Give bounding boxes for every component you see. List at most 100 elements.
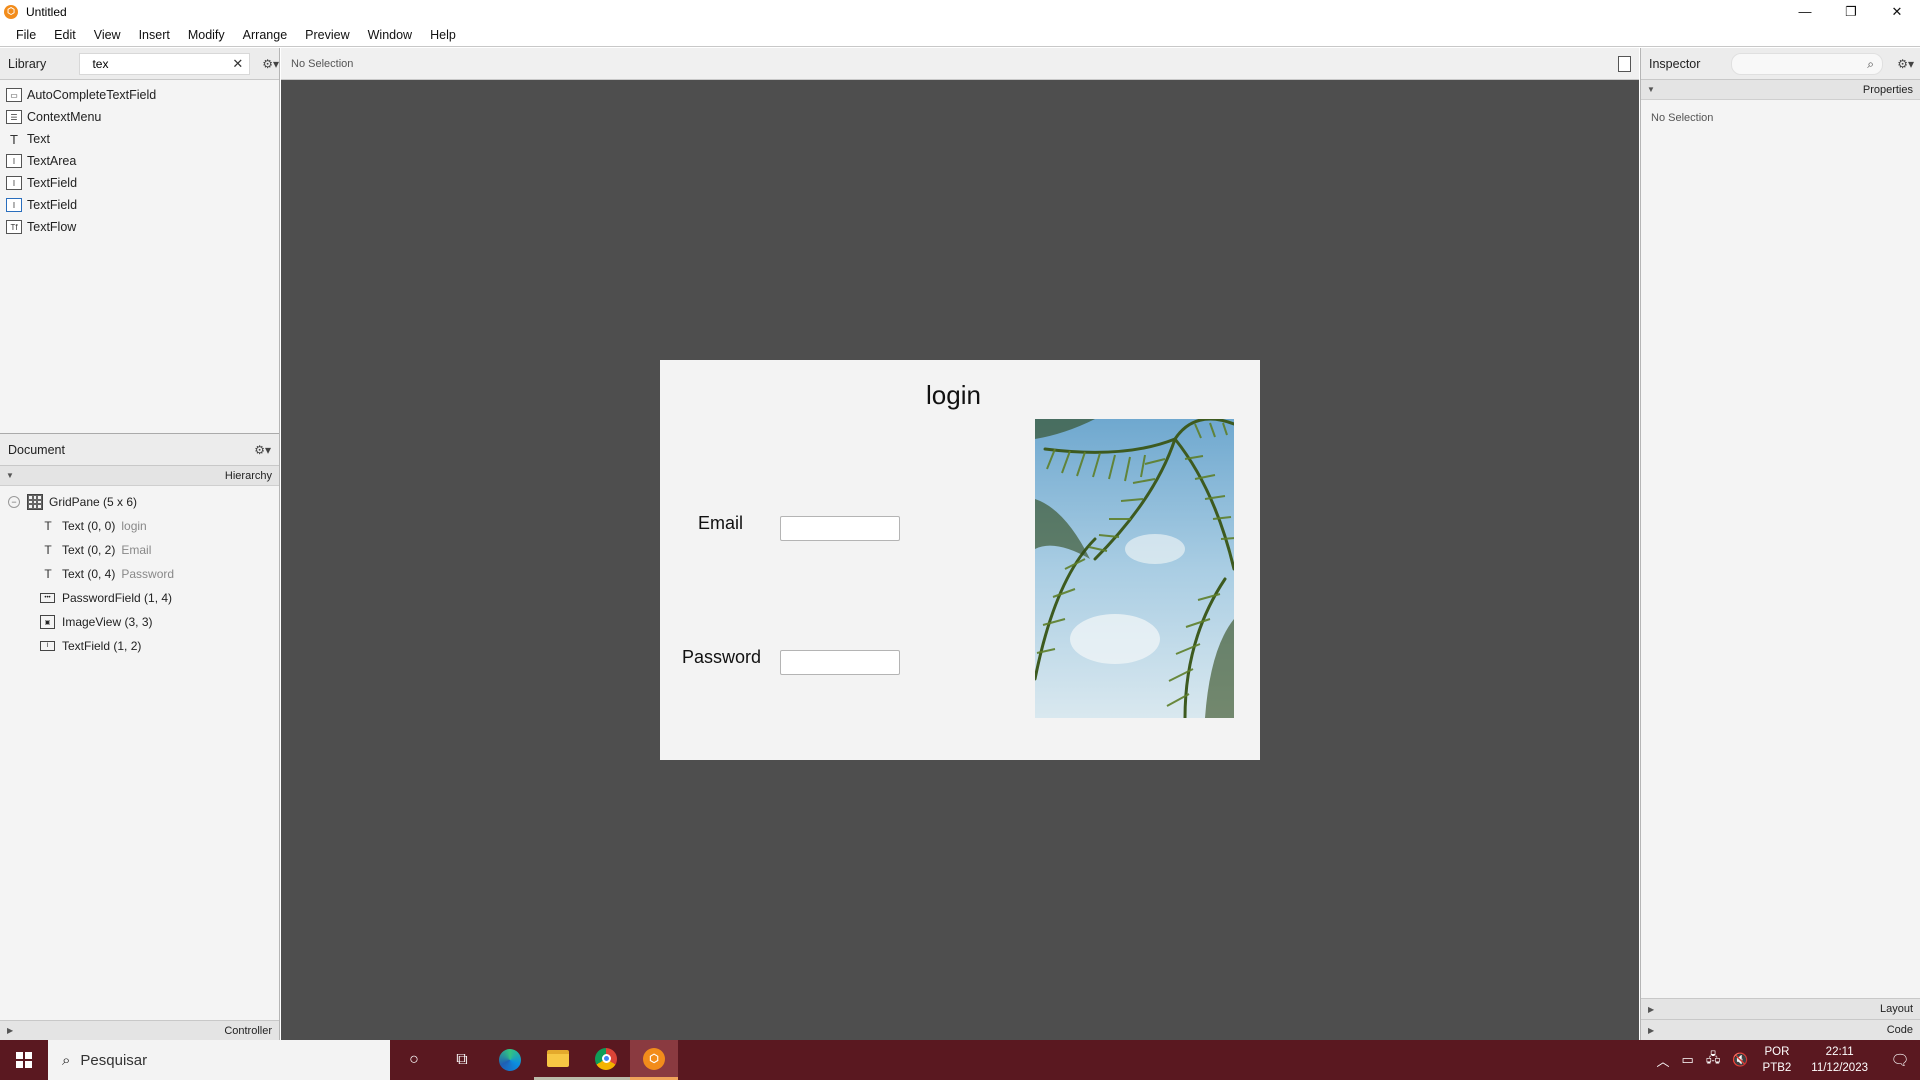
library-item[interactable]: I TextArea	[0, 150, 279, 172]
maximize-button[interactable]: ❐	[1828, 0, 1874, 23]
document-gear-icon[interactable]: ⚙▾	[254, 443, 271, 457]
clear-search-icon[interactable]: ✕	[232, 56, 243, 72]
tree-label: Text (0, 4)	[62, 567, 116, 581]
text-icon: T	[44, 567, 52, 581]
text-icon: T	[44, 519, 52, 533]
taskbar-search-placeholder: Pesquisar	[80, 1051, 148, 1069]
title-bar: ⬡ Untitled — ❐ ✕	[0, 0, 1920, 23]
tree-row[interactable]: T Text (0, 0) login	[0, 514, 279, 538]
menu-insert[interactable]: Insert	[130, 28, 179, 42]
library-item[interactable]: Tf TextFlow	[0, 216, 279, 238]
textarea-icon: I	[6, 154, 22, 168]
close-button[interactable]: ✕	[1874, 0, 1920, 23]
tree-row[interactable]: T Text (0, 2) Email	[0, 538, 279, 562]
expand-arrow-icon: ▶	[1648, 1004, 1655, 1014]
textfield-blue-icon: I	[6, 198, 22, 212]
expand-arrow-icon: ▶	[7, 1026, 14, 1035]
library-item[interactable]: I TextField	[0, 194, 279, 216]
text-icon: T	[44, 543, 52, 557]
chrome-icon[interactable]	[582, 1040, 630, 1080]
menu-help[interactable]: Help	[421, 28, 465, 42]
cortana-icon[interactable]: ○	[390, 1040, 438, 1080]
volume-muted-icon[interactable]: 🔇	[1732, 1052, 1748, 1068]
layout-bar[interactable]: ▶ Layout	[1641, 998, 1920, 1019]
menu-edit[interactable]: Edit	[45, 28, 85, 42]
task-view-icon[interactable]: ⧉	[438, 1040, 486, 1080]
password-label: Password	[682, 647, 762, 667]
menu-file[interactable]: File	[0, 28, 45, 42]
tree-sublabel: Password	[121, 567, 175, 581]
system-tray: ︿ ▭ 🖧 🔇 POR PTB2 22:11 11/12/2023 🗨	[1651, 1040, 1920, 1080]
library-search[interactable]: ✕	[79, 52, 251, 75]
password-field[interactable]	[780, 650, 900, 675]
scene-builder-logo-icon: ⬡	[4, 4, 18, 19]
library-item[interactable]: I TextField	[0, 172, 279, 194]
inspector-search[interactable]: ⌕	[1731, 53, 1883, 75]
hierarchy-label: Hierarchy	[224, 469, 272, 482]
menu-view[interactable]: View	[85, 28, 130, 42]
clock[interactable]: 22:11 11/12/2023	[1811, 1044, 1868, 1076]
login-form-preview[interactable]: login Email Password	[660, 360, 1260, 760]
menu-bar: File Edit View Insert Modify Arrange Pre…	[0, 23, 1920, 47]
library-item[interactable]: ▭ AutoCompleteTextField	[0, 84, 279, 106]
tree-row[interactable]: I TextField (1, 2)	[0, 634, 279, 658]
search-icon: ⌕	[1867, 57, 1874, 71]
inspector-header: Inspector ⌕ ⚙▾	[1641, 48, 1920, 80]
inspector-gear-icon[interactable]: ⚙▾	[1897, 57, 1914, 71]
chevron-up-icon[interactable]: ︿	[1657, 1051, 1670, 1070]
tree-row-gridpane[interactable]: − GridPane (5 x 6)	[0, 490, 279, 514]
library-gear-icon[interactable]: ⚙▾	[262, 57, 279, 71]
device-icon[interactable]: ▭	[1682, 1052, 1694, 1068]
file-explorer-icon[interactable]	[534, 1040, 582, 1080]
window-title: Untitled	[26, 4, 67, 19]
library-item[interactable]: ☰ ContextMenu	[0, 106, 279, 128]
menu-arrange[interactable]: Arrange	[234, 28, 296, 42]
palm-tree-image[interactable]	[1035, 419, 1234, 718]
start-button[interactable]	[0, 1040, 48, 1080]
edge-icon[interactable]	[486, 1040, 534, 1080]
menu-modify[interactable]: Modify	[179, 28, 234, 42]
layout-label: Layout	[1879, 1003, 1913, 1015]
document-icon[interactable]	[1618, 56, 1631, 72]
notification-icon[interactable]: 🗨	[1880, 1051, 1920, 1069]
library-list: ▭ AutoCompleteTextField ☰ ContextMenu T Tex…	[0, 80, 279, 238]
document-title: Document	[8, 442, 65, 457]
tree-row[interactable]: T Text (0, 4) Password	[0, 562, 279, 586]
text-icon: T	[10, 131, 18, 147]
hierarchy-tree: − GridPane (5 x 6) T Text (0, 0) login T…	[0, 486, 279, 658]
selection-status: No Selection	[291, 57, 354, 70]
hierarchy-bar[interactable]: ▼ Hierarchy	[0, 466, 279, 486]
email-field[interactable]	[780, 516, 900, 541]
properties-bar[interactable]: ▼ Properties	[1641, 80, 1920, 100]
menu-preview[interactable]: Preview	[296, 28, 358, 42]
language-indicator[interactable]: POR PTB2	[1763, 1044, 1792, 1076]
scene-builder-taskbar-icon[interactable]: ⬡	[630, 1040, 678, 1080]
network-icon[interactable]: 🖧	[1706, 1049, 1721, 1071]
left-panel: Library ✕ ⚙▾ ▭AutoCompleteTextField ☰Con…	[0, 48, 280, 1040]
taskbar-search[interactable]: ⌕ Pesquisar	[48, 1040, 390, 1080]
library-item[interactable]: T Text	[0, 128, 279, 150]
expand-arrow-icon: ▶	[1648, 1025, 1655, 1035]
tree-row[interactable]: ▣ ImageView (3, 3)	[0, 610, 279, 634]
inspector-title: Inspector	[1649, 56, 1701, 71]
inspector-panel: Inspector ⌕ ⚙▾ ▼ Properties No Selection…	[1640, 48, 1920, 1040]
library-title: Library	[8, 56, 47, 71]
collapse-toggle-icon[interactable]: −	[8, 496, 20, 508]
library-search-input[interactable]	[92, 56, 223, 71]
code-bar[interactable]: ▶ Code	[1641, 1019, 1920, 1040]
gridpane-icon	[27, 494, 43, 510]
tree-label: PasswordField (1, 4)	[62, 591, 173, 605]
collapse-arrow-icon: ▼	[6, 471, 14, 480]
controller-bar[interactable]: ▶ Controller	[0, 1020, 279, 1040]
menu-window[interactable]: Window	[359, 28, 421, 42]
minimize-button[interactable]: —	[1782, 0, 1828, 23]
inspector-empty-state: No Selection	[1651, 112, 1714, 124]
context-menu-icon: ☰	[6, 110, 22, 124]
taskbar: ⌕ Pesquisar ○ ⧉ ⬡ ︿ ▭ 🖧 🔇 POR PTB2 22:11…	[0, 1040, 1920, 1080]
login-title: login	[926, 380, 981, 410]
textfield-icon: I	[6, 176, 22, 190]
tree-sublabel: login	[121, 519, 147, 533]
tree-row[interactable]: ••• PasswordField (1, 4)	[0, 586, 279, 610]
code-label: Code	[1886, 1024, 1913, 1036]
tree-label: TextField (1, 2)	[62, 639, 142, 653]
